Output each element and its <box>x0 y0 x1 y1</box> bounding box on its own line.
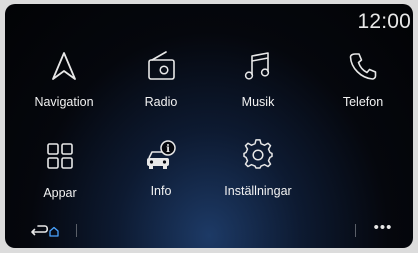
app-label-phone: Telefon <box>342 95 384 109</box>
app-tile-radio[interactable]: Radio <box>111 49 211 129</box>
gear-icon <box>241 138 275 172</box>
app-tile-info[interactable]: i Info <box>111 138 211 218</box>
car-info-icon: i <box>144 138 178 172</box>
app-label-radio: Radio <box>144 95 178 109</box>
bottom-separator-right <box>355 224 356 237</box>
app-label-settings: Inställningar <box>224 184 292 198</box>
app-label-navigation: Navigation <box>34 95 94 109</box>
more-button[interactable]: ••• <box>371 219 395 237</box>
app-label-music: Musik <box>241 95 275 109</box>
app-label-apps: Appar <box>43 186 77 200</box>
back-home-icon <box>31 225 59 237</box>
app-tile-apps[interactable]: Appar <box>10 140 110 220</box>
home-screen: 12:00 Navigation Radio Musik Telefon App… <box>5 4 413 248</box>
clock: 12:00 <box>357 10 411 33</box>
app-tile-navigation[interactable]: Navigation <box>14 49 114 129</box>
bottom-separator-left <box>76 224 77 237</box>
phone-icon <box>346 49 380 83</box>
app-label-info: Info <box>150 184 172 198</box>
app-tile-phone[interactable]: Telefon <box>313 49 413 129</box>
app-tile-music[interactable]: Musik <box>208 49 308 129</box>
navigation-arrow-icon <box>47 49 81 83</box>
svg-text:i: i <box>166 144 170 155</box>
app-tile-settings[interactable]: Inställningar <box>208 138 308 218</box>
more-dots-icon: ••• <box>373 219 393 236</box>
back-home-button[interactable] <box>29 222 69 240</box>
radio-icon <box>144 49 178 83</box>
bottom-bar: ••• <box>5 214 413 248</box>
apps-grid-icon <box>43 140 77 174</box>
music-note-icon <box>241 49 275 83</box>
